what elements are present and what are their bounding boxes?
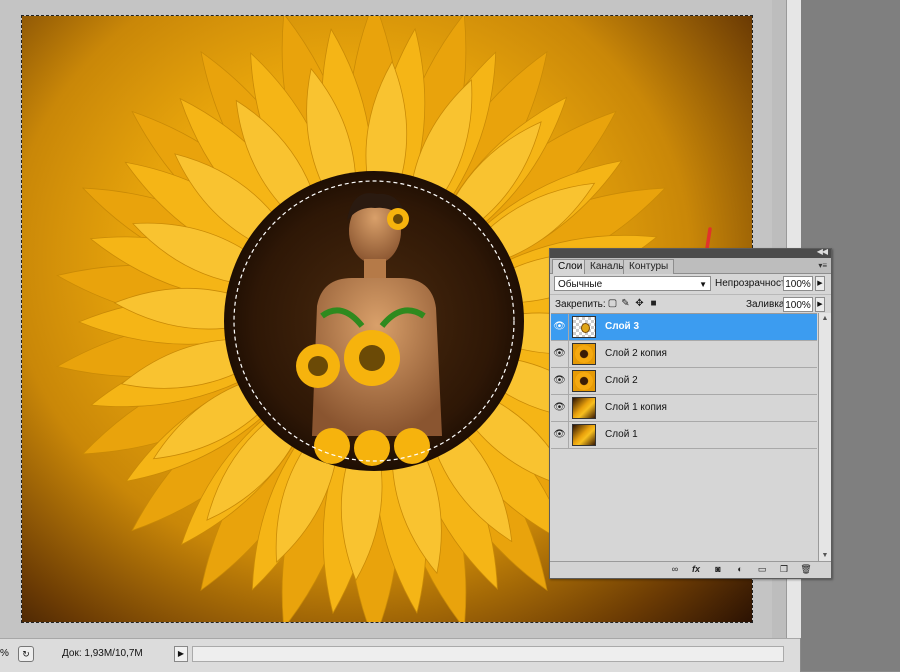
panel-tabs: Слои Каналы Контуры ▾≡	[550, 258, 831, 274]
lock-brush-icon[interactable]: ✎	[620, 298, 631, 309]
layer-row-sloy-2-kopiya[interactable]: 👁 Слой 2 копия	[551, 341, 817, 368]
adjustment-icon[interactable]: ◐	[734, 564, 746, 575]
lock-transparency-icon[interactable]: ▢	[607, 298, 618, 309]
chevron-down-icon: ▼	[699, 280, 707, 289]
eye-icon[interactable]: 👁	[551, 368, 569, 394]
layers-scrollbar[interactable]: ▲ ▼	[818, 313, 831, 561]
horizontal-scrollbar[interactable]	[192, 646, 784, 662]
layer-thumbnail	[572, 424, 596, 446]
lock-row: Закрепить: ▢ ✎ ✥ ■ Заливка: 100% ▶	[550, 294, 831, 313]
document-size: Док: 1,93M/10,7M	[62, 648, 143, 659]
layers-list: 👁 Слой 3 👁 Слой 2 копия 👁 Слой 2 👁 Слой …	[551, 313, 817, 562]
fill-slider-arrow-icon[interactable]: ▶	[815, 297, 825, 312]
fx-icon[interactable]: fx	[690, 564, 702, 575]
zoom-level[interactable]: %	[0, 648, 9, 659]
opacity-slider-arrow-icon[interactable]: ▶	[815, 276, 825, 291]
layer-row-sloy-1[interactable]: 👁 Слой 1	[551, 422, 817, 449]
tab-layers[interactable]: Слои	[552, 259, 589, 274]
layer-row-sloy-1-kopiya[interactable]: 👁 Слой 1 копия	[551, 395, 817, 422]
eye-icon[interactable]: 👁	[551, 314, 569, 340]
layer-name: Слой 3	[605, 321, 640, 332]
layer-row-sloy-3[interactable]: 👁 Слой 3	[551, 314, 817, 341]
mask-icon[interactable]: ◙	[712, 564, 724, 575]
eye-icon[interactable]: 👁	[551, 341, 569, 367]
opacity-label: Непрозрачность:	[715, 278, 794, 289]
lock-all-icon[interactable]: ■	[648, 298, 659, 309]
lock-label: Закрепить:	[555, 299, 606, 310]
status-bar: % ↻ Док: 1,93M/10,7M ▶	[0, 638, 800, 672]
layer-thumbnail	[572, 343, 596, 365]
opacity-field[interactable]: 100%	[783, 276, 813, 291]
layer-thumbnail	[572, 397, 596, 419]
link-icon[interactable]: ∞	[669, 564, 681, 575]
blend-mode-select[interactable]: Обычные ▼	[554, 276, 711, 291]
new-layer-icon[interactable]: ❐	[778, 564, 790, 575]
layer-row-sloy-2[interactable]: 👁 Слой 2	[551, 368, 817, 395]
tab-paths[interactable]: Контуры	[623, 259, 675, 274]
fill-field[interactable]: 100%	[783, 297, 813, 312]
navigator-icon[interactable]: ↻	[18, 646, 34, 662]
layer-name: Слой 2 копия	[605, 348, 667, 359]
trash-icon[interactable]: 🗑	[800, 564, 812, 575]
status-menu-arrow-icon[interactable]: ▶	[174, 646, 188, 662]
panel-titlebar[interactable]: ◀◀	[550, 247, 831, 258]
panel-menu-icon[interactable]: ▾≡	[818, 261, 827, 270]
layer-name: Слой 2	[605, 375, 638, 386]
layer-name: Слой 1	[605, 429, 638, 440]
lock-move-icon[interactable]: ✥	[634, 298, 645, 309]
eye-icon[interactable]: 👁	[551, 395, 569, 421]
scroll-down-icon[interactable]: ▼	[819, 552, 831, 559]
layer-name: Слой 1 копия	[605, 402, 667, 413]
layers-panel: ◀◀ Слои Каналы Контуры ▾≡ Обычные ▼ Непр…	[549, 247, 832, 579]
folder-icon[interactable]: ▭	[756, 564, 768, 575]
layer-thumbnail	[572, 316, 596, 338]
collapse-icon[interactable]: ◀◀	[817, 247, 828, 256]
fill-label: Заливка:	[746, 299, 788, 310]
panel-footer: ∞ fx ◙ ◐ ▭ ❐ 🗑	[550, 561, 831, 578]
layer-thumbnail	[572, 370, 596, 392]
scroll-up-icon[interactable]: ▲	[819, 315, 831, 322]
eye-icon[interactable]: 👁	[551, 422, 569, 448]
blend-mode-value: Обычные	[558, 279, 603, 290]
